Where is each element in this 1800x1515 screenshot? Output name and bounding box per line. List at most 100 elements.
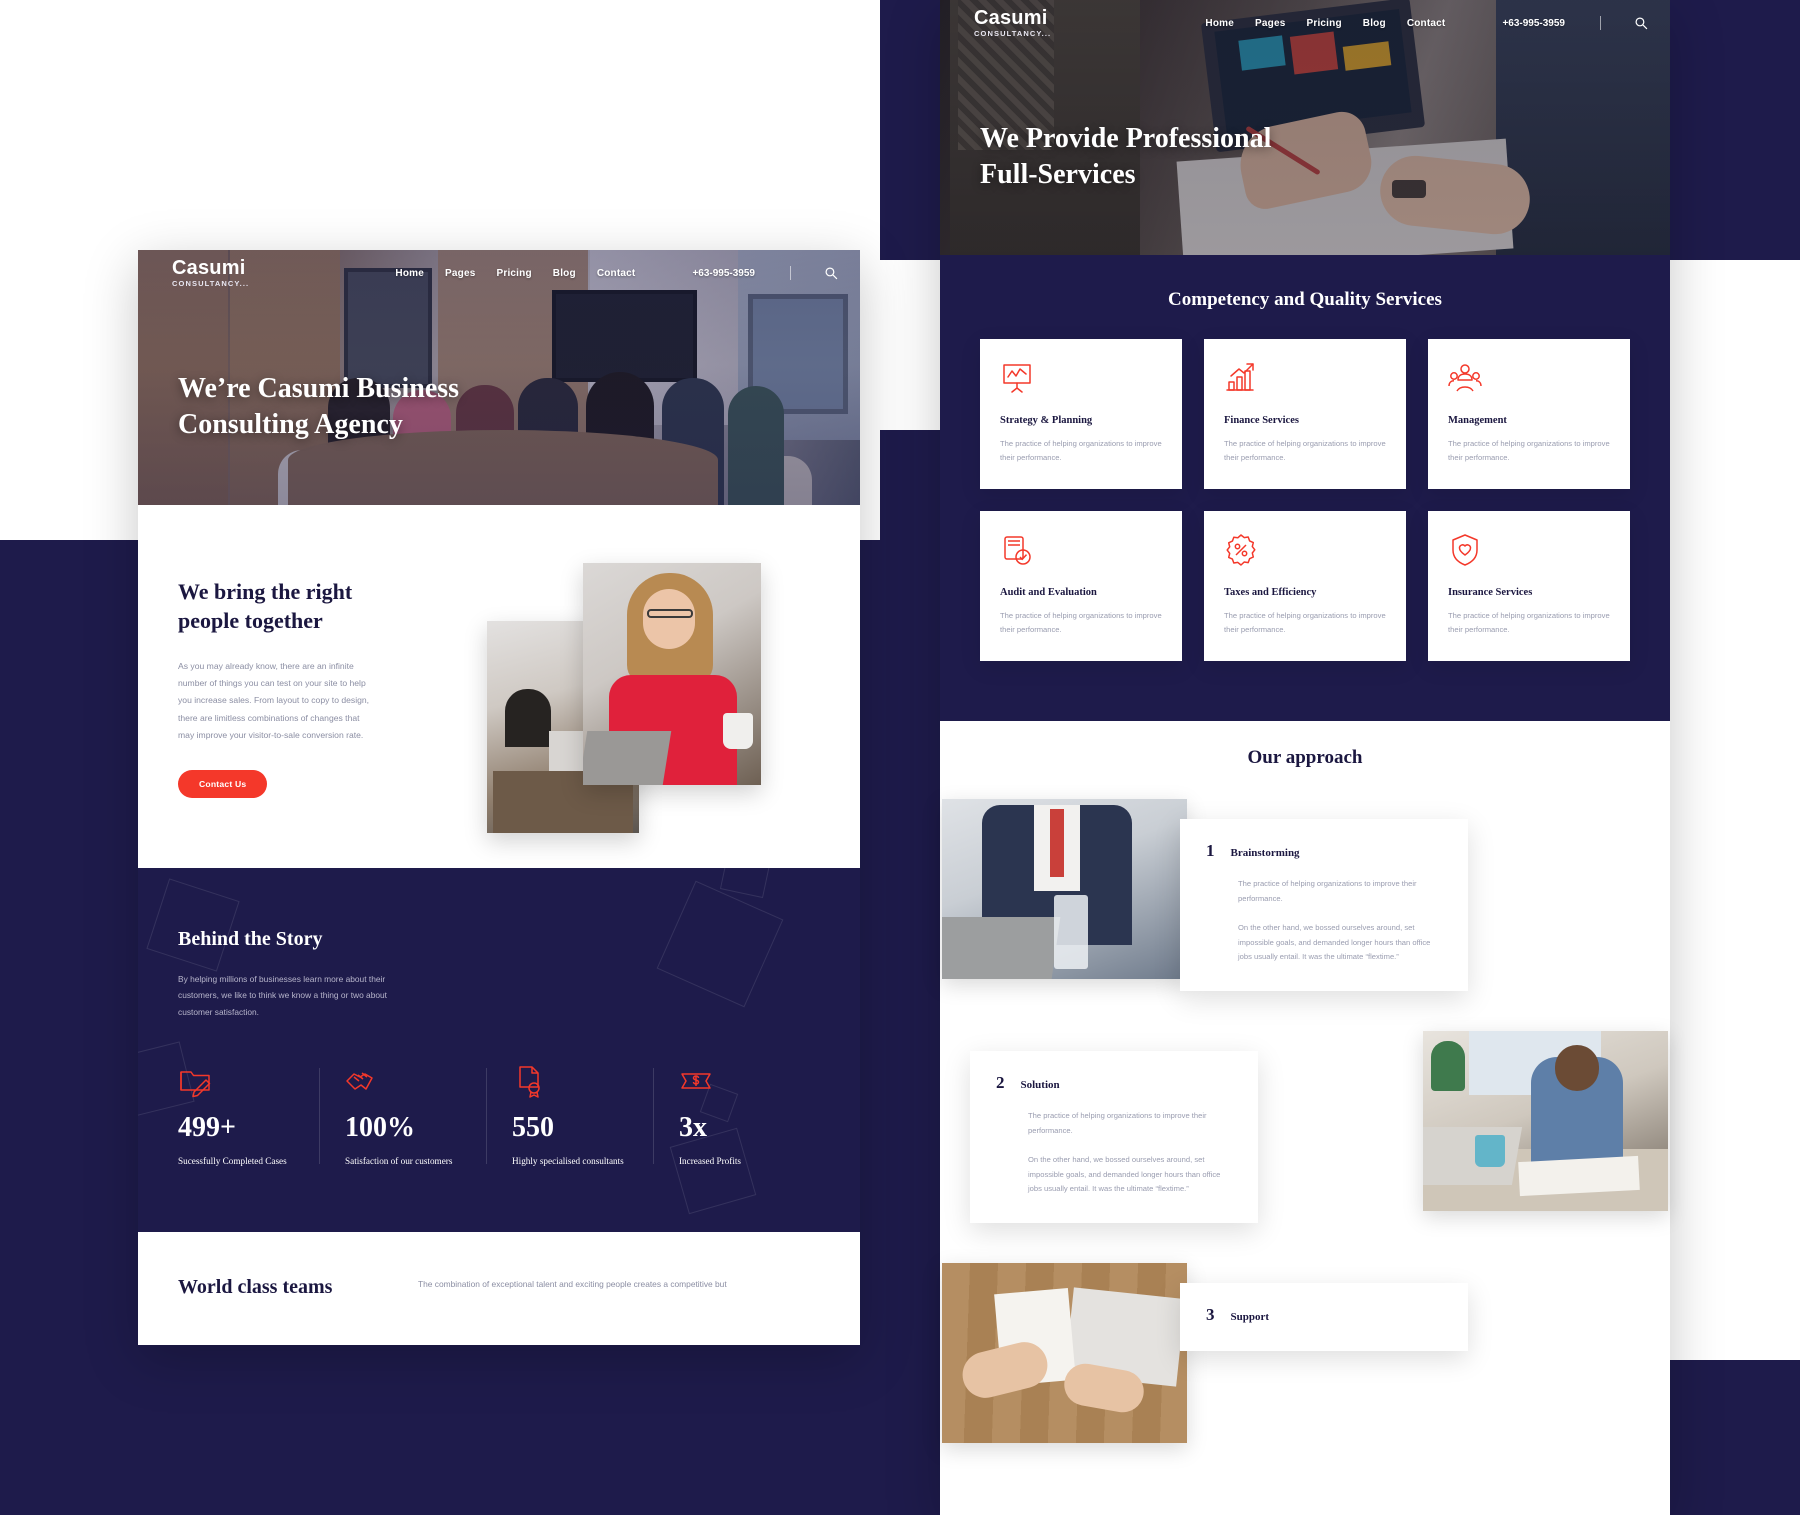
service-body: The practice of helping organizations to… (1000, 439, 1162, 463)
story-title: Behind the Story (178, 927, 323, 950)
about-title: We bring the right people together (178, 579, 353, 634)
decorative-square (146, 878, 240, 972)
service-card-management[interactable]: Management The practice of helping organ… (1428, 339, 1630, 490)
approach-step-image (1423, 1031, 1668, 1212)
percent-badge-icon (1224, 533, 1386, 567)
stat-label: Sucessfully Completed Cases (178, 1156, 287, 1167)
stat-number: 550 (512, 1112, 554, 1144)
service-card-insurance-services[interactable]: Insurance Services The practice of helpi… (1428, 511, 1630, 662)
nav-item-contact[interactable]: Contact (597, 268, 636, 279)
people-group-icon (1448, 361, 1610, 395)
stat-item: 3x Increased Profits (653, 1064, 820, 1168)
service-body: The practice of helping organizations to… (1448, 611, 1610, 635)
left-nav-links: Home Pages Pricing Blog Contact +63-995-… (395, 266, 838, 280)
nav-phone-number[interactable]: +63-995-3959 (1502, 18, 1565, 29)
stat-number: 3x (679, 1112, 707, 1144)
about-body: As you may already know, there are an in… (178, 660, 370, 740)
right-navbar: Casumi CONSULTANCY... Home Pages Pricing… (940, 0, 1670, 46)
nav-item-home[interactable]: Home (395, 268, 424, 279)
nav-item-pages[interactable]: Pages (445, 268, 475, 279)
nav-divider (1600, 16, 1601, 30)
service-body: The practice of helping organizations to… (1224, 439, 1386, 463)
stat-number: 499+ (178, 1112, 236, 1144)
contact-us-button[interactable]: Contact Us (178, 769, 268, 798)
approach-step-heading: 3 Support (1206, 1305, 1442, 1325)
stat-item: 499+ Sucessfully Completed Cases (178, 1064, 319, 1168)
step-number: 1 (1206, 841, 1215, 861)
nav-item-contact[interactable]: Contact (1407, 18, 1446, 29)
service-title: Taxes and Efficiency (1224, 587, 1317, 599)
teams-body: The combination of exceptional talent an… (418, 1279, 727, 1290)
service-card-strategy-planning[interactable]: Strategy & Planning The practice of help… (980, 339, 1182, 490)
left-navbar: Casumi CONSULTANCY... Home Pages Pricing… (138, 250, 860, 296)
approach-step-heading: 1 Brainstorming (1206, 841, 1442, 861)
nav-item-pricing[interactable]: Pricing (1306, 18, 1341, 29)
right-nav-links: Home Pages Pricing Blog Contact +63-995-… (1205, 16, 1648, 30)
step-body-1: The practice of helping organizations to… (1028, 1111, 1207, 1135)
nav-item-pages[interactable]: Pages (1255, 18, 1285, 29)
service-body: The practice of helping organizations to… (1448, 439, 1610, 463)
service-title: Audit and Evaluation (1000, 587, 1097, 599)
service-card-finance-services[interactable]: Finance Services The practice of helping… (1204, 339, 1406, 490)
right-hero-copy: We Provide Professional Full-Services (980, 121, 1310, 193)
service-body: The practice of helping organizations to… (1000, 611, 1162, 635)
left-page-mockup: Casumi CONSULTANCY... Home Pages Pricing… (138, 250, 860, 1346)
decorative-square (719, 867, 773, 898)
our-approach-section: Our approach 1 Brainstorming The practic… (940, 721, 1670, 1515)
stat-item: 550 Highly specialised consultants (486, 1064, 653, 1168)
nav-item-pricing[interactable]: Pricing (496, 268, 531, 279)
step-body-2: On the other hand, we bossed ourselves a… (1238, 922, 1431, 962)
approach-step-image (942, 1263, 1187, 1444)
step-body-1: The practice of helping organizations to… (1238, 879, 1417, 903)
service-body: The practice of helping organizations to… (1224, 611, 1386, 635)
stat-label: Highly specialised consultants (512, 1156, 624, 1167)
approach-title: Our approach (1247, 747, 1363, 769)
brand-subtitle: CONSULTANCY... (974, 29, 1052, 39)
left-hero: Casumi CONSULTANCY... Home Pages Pricing… (138, 250, 860, 505)
services-grid: Strategy & Planning The practice of help… (980, 339, 1630, 662)
behind-the-story-section: Behind the Story By helping millions of … (138, 867, 860, 1233)
step-title: Brainstorming (1230, 847, 1300, 860)
service-card-audit-evaluation[interactable]: Audit and Evaluation The practice of hel… (980, 511, 1182, 662)
services-section: Competency and Quality Services Strategy… (940, 255, 1670, 722)
search-icon[interactable] (1634, 16, 1648, 30)
brand-logo[interactable]: Casumi CONSULTANCY... (172, 258, 249, 288)
approach-step-solution: 2 Solution The practice of helping organ… (970, 1031, 1668, 1231)
step-title: Solution (1020, 1079, 1060, 1092)
stat-item: 100% Satisfaction of our customers (319, 1064, 486, 1168)
brand-logo[interactable]: Casumi CONSULTANCY... (974, 8, 1051, 38)
background-white-right-edge (1660, 430, 1800, 1360)
search-icon[interactable] (824, 266, 838, 280)
nav-item-blog[interactable]: Blog (553, 268, 576, 279)
stat-label: Increased Profits (679, 1156, 741, 1167)
service-title: Management (1448, 415, 1507, 426)
presentation-chart-icon (1000, 361, 1162, 395)
step-number: 3 (1206, 1305, 1215, 1325)
approach-step-image (942, 799, 1187, 980)
step-title: Support (1230, 1311, 1270, 1324)
nav-phone-number[interactable]: +63-995-3959 (692, 268, 755, 279)
right-page-mockup: Casumi CONSULTANCY... Home Pages Pricing… (940, 0, 1670, 1515)
service-card-taxes-efficiency[interactable]: Taxes and Efficiency The practice of hel… (1204, 511, 1406, 662)
approach-step-brainstorming: 1 Brainstorming The practice of helping … (942, 799, 1630, 999)
nav-item-blog[interactable]: Blog (1363, 18, 1386, 29)
about-section: We bring the right people together As yo… (138, 505, 860, 868)
shield-heart-icon (1448, 533, 1610, 567)
bar-chart-growth-icon (1224, 361, 1386, 395)
right-hero-title: We Provide Professional Full-Services (980, 123, 1272, 191)
document-check-icon (1000, 533, 1162, 567)
approach-step-support: 3 Support (942, 1263, 1630, 1463)
nav-item-home[interactable]: Home (1205, 18, 1234, 29)
approach-step-card: 2 Solution The practice of helping organ… (970, 1051, 1258, 1224)
world-class-teams-section: World class teams The combination of exc… (138, 1232, 860, 1346)
handshake-icon (345, 1064, 470, 1098)
approach-step-heading: 2 Solution (996, 1073, 1232, 1093)
money-ticket-icon (679, 1064, 804, 1098)
certificate-document-icon (512, 1064, 637, 1098)
approach-step-card: 1 Brainstorming The practice of helping … (1180, 819, 1468, 992)
stat-label: Satisfaction of our customers (345, 1156, 453, 1167)
service-title: Strategy & Planning (1000, 415, 1093, 426)
approach-step-card: 3 Support (1180, 1283, 1468, 1352)
services-title: Competency and Quality Services (1168, 289, 1442, 310)
step-body-2: On the other hand, we bossed ourselves a… (1028, 1154, 1221, 1194)
